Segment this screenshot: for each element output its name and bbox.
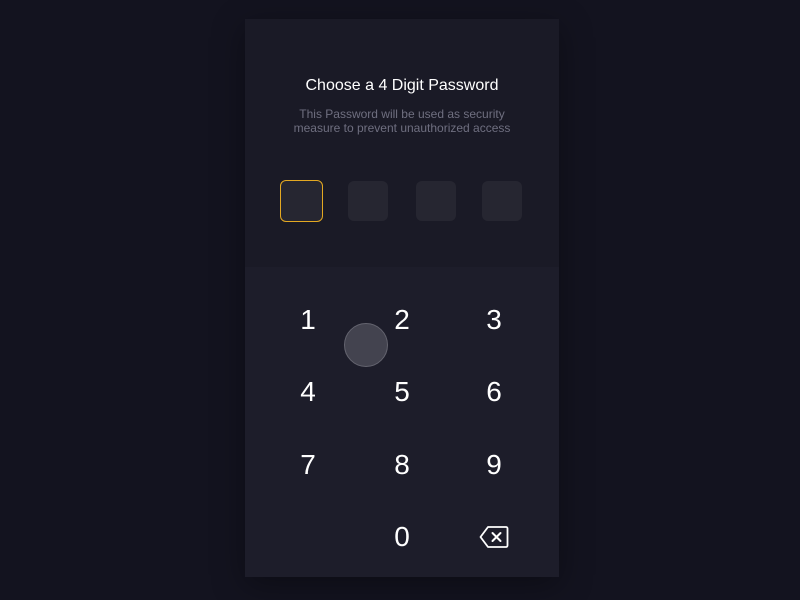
page-title: Choose a 4 Digit Password [305,77,499,94]
code-box-4[interactable] [482,181,522,221]
backspace-icon [479,526,509,548]
number-keypad: 1 2 3 4 5 6 7 8 9 0 [245,267,559,577]
key-5[interactable]: 5 [362,364,442,420]
backspace-button[interactable] [454,509,534,565]
key-8[interactable]: 8 [362,437,442,493]
key-0[interactable]: 0 [362,509,442,565]
key-9[interactable]: 9 [454,437,534,493]
key-1[interactable]: 1 [268,292,348,348]
key-7[interactable]: 7 [268,437,348,493]
key-4[interactable]: 4 [268,364,348,420]
code-box-3[interactable] [416,181,456,221]
code-box-1[interactable] [280,180,323,222]
page-subtitle: This Password will be used as security m… [293,107,511,135]
key-6[interactable]: 6 [454,364,534,420]
code-box-2[interactable] [348,181,388,221]
password-screen: Choose a 4 Digit Password This Password … [245,19,559,577]
header-area: Choose a 4 Digit Password This Password … [245,19,559,267]
touch-indicator [344,323,388,367]
code-input-row [280,180,524,222]
key-3[interactable]: 3 [454,292,534,348]
